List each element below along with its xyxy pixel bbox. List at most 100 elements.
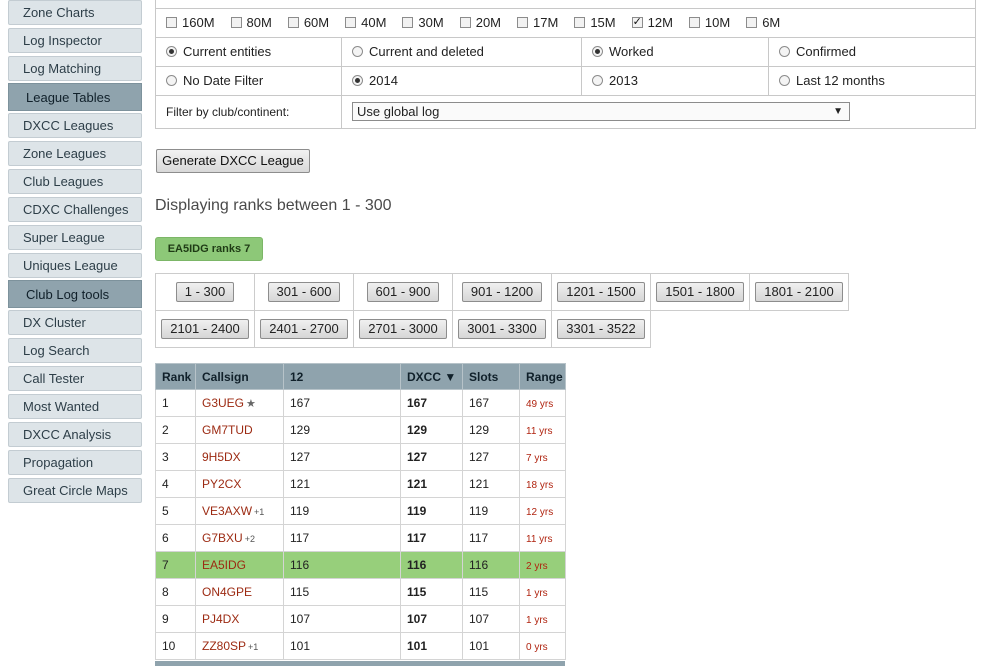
radio-icon[interactable] (779, 45, 790, 57)
column-header-5[interactable]: Range (519, 363, 566, 390)
page-button-1201-1500[interactable]: 1201 - 1500 (557, 282, 645, 302)
callsign-link-cell: PY2CX (195, 470, 284, 498)
band-checkbox-40m[interactable]: 40M (345, 15, 386, 30)
checkbox-icon[interactable] (574, 17, 586, 28)
generate-dxcc-league-button[interactable]: Generate DXCC League (156, 149, 310, 173)
column-header-4[interactable]: Slots (462, 363, 520, 390)
sidebar-item-propagation[interactable]: Propagation (8, 450, 142, 475)
band-checkbox-10m[interactable]: 10M (688, 15, 730, 30)
sidebar-item-dx-cluster[interactable]: DX Cluster (8, 310, 142, 335)
callsign-link[interactable]: GM7TUD (202, 423, 253, 437)
pagination-row: 2101 - 2400 2401 - 2700 2701 - 3000 3001 - … (155, 310, 849, 348)
callsign-link[interactable]: VE3AXW (202, 504, 252, 518)
sidebar-item-great-circle-maps[interactable]: Great Circle Maps (8, 478, 142, 503)
checkbox-checked-icon[interactable] (631, 15, 643, 28)
band-count-cell: 101 (283, 632, 401, 660)
page-button-601-900[interactable]: 601 - 900 (366, 282, 440, 302)
column-header-1[interactable]: Callsign (195, 363, 284, 390)
sidebar-item-super-league[interactable]: Super League (8, 225, 142, 250)
checkbox-icon[interactable] (230, 17, 242, 28)
column-header-3[interactable]: DXCC ▼ (400, 363, 463, 390)
sidebar-item-most-wanted[interactable]: Most Wanted (8, 394, 142, 419)
pagination-cell: 1201 - 1500 (551, 273, 651, 311)
results-body: 1 G3UEG ★ 167 167 167 49 yrs 2 GM7TUD 129 129 129 11… (155, 389, 566, 660)
band-checkbox-6m[interactable]: 6M (746, 15, 780, 30)
date-radio-last-12-months[interactable]: Last 12 months (779, 73, 885, 88)
sidebar-item-zone-leagues[interactable]: Zone Leagues (8, 141, 142, 166)
sidebar-item-dxcc-leagues[interactable]: DXCC Leagues (8, 113, 142, 138)
sidebar-item-zone-charts[interactable]: Zone Charts (8, 0, 142, 25)
checkbox-icon[interactable] (459, 17, 471, 28)
entity-radio-worked[interactable]: Worked (592, 44, 654, 59)
radio-icon[interactable] (779, 74, 790, 86)
radio-icon[interactable] (352, 45, 363, 57)
callsign-link[interactable]: PJ4DX (202, 612, 239, 626)
radio-selected-icon[interactable] (166, 45, 177, 57)
band-checkbox-17m[interactable]: 17M (517, 15, 558, 30)
entity-radio-current-entities[interactable]: Current entities (166, 44, 271, 59)
band-checkbox-80m[interactable]: 80M (230, 15, 272, 30)
checkbox-icon[interactable] (402, 17, 414, 28)
page-button-1801-2100[interactable]: 1801 - 2100 (755, 282, 843, 302)
checkbox-icon[interactable] (287, 17, 299, 28)
range-value-cell: 49 yrs (519, 389, 566, 417)
range-value-cell: 12 yrs (519, 497, 566, 525)
sidebar-item-log-matching[interactable]: Log Matching (8, 56, 142, 81)
page-button-1-300[interactable]: 1 - 300 (175, 282, 235, 302)
sidebar-item-log-search[interactable]: Log Search (8, 338, 142, 363)
callsign-link[interactable]: 9H5DX (202, 450, 241, 464)
checkbox-icon[interactable] (746, 17, 758, 28)
slots-count-cell: 119 (462, 497, 520, 525)
band-count-cell: 129 (283, 416, 401, 444)
sidebar-item-cdxc-challenges[interactable]: CDXC Challenges (8, 197, 142, 222)
date-radio-2014[interactable]: 2014 (352, 73, 398, 88)
page-button-3001-3300[interactable]: 3001 - 3300 (458, 319, 546, 339)
checkbox-icon[interactable] (345, 17, 357, 28)
callsign-link[interactable]: G7BXU (202, 531, 243, 545)
band-count: 115 (290, 585, 310, 599)
sidebar-item-log-inspector[interactable]: Log Inspector (8, 28, 142, 53)
page-button-2401-2700[interactable]: 2401 - 2700 (260, 319, 348, 339)
sidebar-item-uniques-league[interactable]: Uniques League (8, 253, 142, 278)
band-label: 40M (361, 15, 387, 30)
page-button-301-600[interactable]: 301 - 600 (267, 282, 341, 302)
callsign-link-cell: 9H5DX (195, 443, 284, 471)
callsign-link[interactable]: PY2CX (202, 477, 241, 491)
column-header-2[interactable]: 12 (283, 363, 401, 390)
date-radio-2013[interactable]: 2013 (592, 73, 638, 88)
radio-selected-icon[interactable] (352, 74, 363, 86)
page-button-1501-1800[interactable]: 1501 - 1800 (656, 282, 744, 302)
callsign-link[interactable]: G3UEG (202, 396, 244, 410)
date-radio-no-date-filter[interactable]: No Date Filter (166, 73, 263, 88)
band-checkbox-30m[interactable]: 30M (402, 15, 444, 30)
page-button-2701-3000[interactable]: 2701 - 3000 (359, 319, 447, 339)
callsign-link[interactable]: ZZ80SP (202, 639, 246, 653)
callsign-link[interactable]: EA5IDG (202, 558, 246, 572)
column-header-0[interactable]: Rank (155, 363, 196, 390)
band-checkbox-15m[interactable]: 15M (574, 15, 616, 30)
dxcc-count: 101 (407, 639, 428, 653)
club-filter-select[interactable]: Use global log ▼ (352, 102, 850, 121)
checkbox-icon[interactable] (688, 17, 700, 28)
entity-radio-current-and-deleted[interactable]: Current and deleted (352, 44, 484, 59)
rank-badge[interactable]: EA5IDG ranks 7 (155, 237, 263, 261)
sidebar-item-dxcc-analysis[interactable]: DXCC Analysis (8, 422, 142, 447)
radio-selected-icon[interactable] (592, 45, 603, 57)
sidebar-item-call-tester[interactable]: Call Tester (8, 366, 142, 391)
page-button-901-1200[interactable]: 901 - 1200 (461, 282, 543, 302)
rank-value-cell: 6 (155, 524, 196, 552)
radio-icon[interactable] (166, 74, 177, 86)
callsign-link[interactable]: ON4GPE (202, 585, 252, 599)
page-button-3301-3522[interactable]: 3301 - 3522 (557, 319, 645, 339)
radio-icon[interactable] (592, 74, 603, 86)
sidebar-item-club-leagues[interactable]: Club Leagues (8, 169, 142, 194)
band-checkbox-60m[interactable]: 60M (287, 15, 329, 30)
entity-radio-confirmed[interactable]: Confirmed (779, 44, 856, 59)
band-count: 127 (290, 450, 311, 464)
checkbox-icon[interactable] (166, 17, 177, 28)
checkbox-icon[interactable] (517, 17, 529, 28)
band-checkbox-12m[interactable]: 12M (631, 15, 673, 30)
band-checkbox-20m[interactable]: 20M (459, 15, 501, 30)
page-button-2101-2400[interactable]: 2101 - 2400 (161, 319, 249, 339)
band-checkbox-160m[interactable]: 160M (166, 15, 215, 30)
